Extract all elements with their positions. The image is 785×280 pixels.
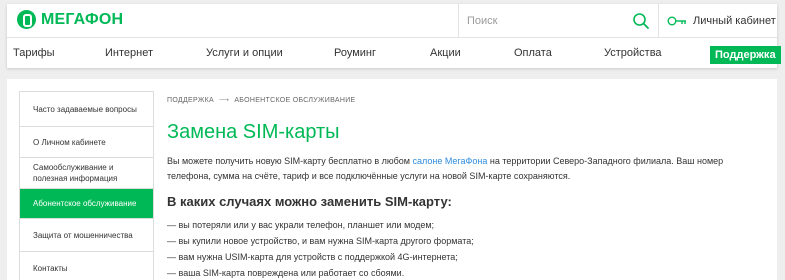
page-title: Замена SIM-карты — [167, 121, 340, 143]
sidebar-item-label: О Личном кабинете — [33, 137, 106, 147]
nav-item-payment[interactable]: Оплата — [514, 47, 552, 59]
account-label: Личный кабинет — [693, 15, 776, 27]
nav-item-roaming[interactable]: Роуминг — [334, 47, 376, 59]
sidebar-item-contacts[interactable]: Контакты — [20, 252, 153, 280]
search-box — [458, 4, 659, 38]
key-icon — [667, 16, 686, 26]
list-item: вы купили новое устройство, и вам нужна … — [167, 233, 474, 249]
sidebar-item-label: Защита от мошенничества — [33, 230, 133, 240]
nav-item-promos[interactable]: Акции — [430, 47, 461, 59]
breadcrumb-arrow-icon: ⟶ — [218, 97, 230, 104]
megafon-logo[interactable]: МЕГАФОН — [17, 10, 123, 29]
logo-icon — [17, 10, 36, 29]
list-item: вы потеряли или у вас украли телефон, пл… — [167, 217, 474, 233]
nav-item-devices[interactable]: Устройства — [604, 47, 662, 59]
nav-item-services[interactable]: Услуги и опции — [206, 47, 283, 59]
account-link[interactable]: Личный кабинет — [659, 4, 777, 38]
main-nav: Тарифы Интернет Услуги и опции Роуминг А… — [7, 39, 781, 68]
site-header: МЕГАФОН Личный кабинет Тарифы Интернет У… — [7, 4, 781, 68]
breadcrumb-support[interactable]: ПОДДЕРЖКА — [167, 97, 214, 104]
sidebar-item-label: Контакты — [33, 263, 68, 273]
intro-text-start: Вы можете получить новую SIM-карту беспл… — [167, 156, 413, 166]
intro-paragraph: Вы можете получить новую SIM-карту беспл… — [167, 154, 727, 184]
list-item: вам нужна USIM-карта для устройств с под… — [167, 249, 474, 265]
nav-item-tariffs[interactable]: Тарифы — [13, 47, 55, 59]
sidebar-item-faq[interactable]: Часто задаваемые вопросы — [20, 92, 153, 127]
nav-item-support[interactable]: Поддержка — [710, 46, 781, 64]
header-top-row: МЕГАФОН Личный кабинет — [7, 4, 777, 38]
sidebar-item-label: Самообслуживание и полезная информация — [33, 163, 118, 183]
content-panel: Часто задаваемые вопросы О Личном кабине… — [7, 79, 777, 280]
sidebar-item-fraud-protection[interactable]: Защита от мошенничества — [20, 219, 153, 252]
search-input[interactable] — [467, 12, 617, 30]
cases-list: вы потеряли или у вас украли телефон, пл… — [167, 217, 474, 280]
sidebar-item-subscriber-service[interactable]: Абонентское обслуживание — [20, 189, 153, 219]
sidebar-item-label: Абонентское обслуживание — [33, 199, 137, 208]
cases-heading: В каких случаях можно заменить SIM-карту… — [167, 194, 452, 209]
breadcrumb: ПОДДЕРЖКА ⟶ АБОНЕНТСКОЕ ОБСЛУЖИВАНИЕ — [167, 96, 356, 104]
salon-link[interactable]: салоне МегаФона — [412, 156, 487, 166]
breadcrumb-subscriber-service[interactable]: АБОНЕНТСКОЕ ОБСЛУЖИВАНИЕ — [234, 97, 355, 104]
nav-item-internet[interactable]: Интернет — [105, 47, 153, 59]
list-item: ваша SIM-карта повреждена или работает с… — [167, 265, 474, 280]
logo-text: МЕГАФОН — [41, 10, 124, 28]
search-icon[interactable] — [632, 12, 650, 30]
sidebar-item-account[interactable]: О Личном кабинете — [20, 127, 153, 158]
support-sidebar: Часто задаваемые вопросы О Личном кабине… — [19, 91, 154, 280]
sidebar-item-label: Часто задаваемые вопросы — [33, 104, 137, 114]
sidebar-item-selfservice[interactable]: Самообслуживание и полезная информация — [20, 158, 153, 189]
